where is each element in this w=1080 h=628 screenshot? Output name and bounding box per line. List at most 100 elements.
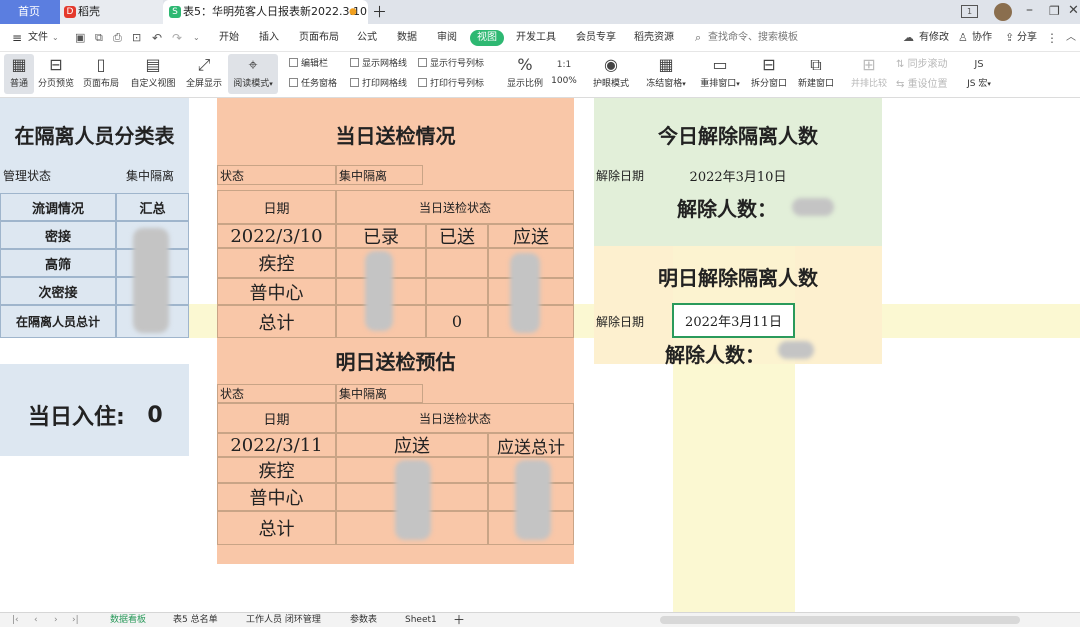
tab-home[interactable]: 首页 bbox=[0, 0, 60, 24]
cdc-sent-cell[interactable] bbox=[426, 248, 488, 278]
window-count-icon[interactable]: 1 bbox=[961, 5, 978, 18]
minimize-icon[interactable]: – bbox=[1026, 2, 1033, 18]
menu-start[interactable]: 开始 bbox=[219, 24, 239, 52]
close-icon[interactable]: ✕ bbox=[1068, 3, 1079, 18]
avatar[interactable] bbox=[994, 3, 1012, 21]
summary-header[interactable]: 汇总 bbox=[116, 193, 189, 221]
tab-daoke[interactable]: D 稻壳 bbox=[60, 0, 163, 24]
tomorrow-date-header[interactable]: 日期 bbox=[217, 403, 336, 433]
today-status-value[interactable]: 集中隔离 bbox=[336, 165, 423, 185]
pending-changes-button[interactable]: 有修改 bbox=[919, 24, 949, 52]
general-center-sent-cell[interactable] bbox=[426, 278, 488, 305]
menu-page-layout[interactable]: 页面布局 bbox=[299, 24, 339, 52]
restore-icon[interactable]: ❐ bbox=[1049, 4, 1060, 18]
sheet-area[interactable]: 在隔离人员分类表 管理状态 集中隔离 流调情况 汇总 密接 高筛 次密接 在隔离… bbox=[0, 98, 1080, 612]
chevron-down-icon[interactable]: ⌄ bbox=[52, 24, 59, 52]
edit-bar-checkbox[interactable]: 编辑栏 bbox=[289, 58, 328, 70]
prev-sheet-icon[interactable]: ‹ bbox=[34, 613, 38, 628]
show-gridlines-checkbox[interactable]: 显示网格线 bbox=[350, 58, 407, 70]
print-gridlines-checkbox[interactable]: 打印网格线 bbox=[350, 78, 407, 90]
high-screen-label[interactable]: 高筛 bbox=[0, 249, 116, 277]
sheet-tab-dashboard[interactable]: 数据看板 bbox=[110, 613, 146, 628]
quick-access-more-icon[interactable]: ⌄ bbox=[193, 24, 200, 52]
sheet-tab-params[interactable]: 参数表 bbox=[350, 613, 377, 628]
menu-view[interactable]: 视图 bbox=[470, 30, 504, 46]
today-status-label[interactable]: 状态 bbox=[217, 165, 336, 185]
menu-data[interactable]: 数据 bbox=[397, 24, 417, 52]
tab-document[interactable]: S 表5：华明苑客人日报表新2022.3.10 ● bbox=[163, 0, 368, 24]
eye-care-button[interactable]: ◉ 护眼模式 bbox=[590, 54, 632, 89]
new-window-button[interactable]: ⧉ 新建窗口 bbox=[795, 54, 837, 89]
release-today-date-label[interactable]: 解除日期 bbox=[596, 164, 666, 186]
close-contact-label[interactable]: 密接 bbox=[0, 221, 116, 249]
custom-view-button[interactable]: ▤ 自定义视图 bbox=[126, 54, 180, 89]
page-break-preview-button[interactable]: ⊟ 分页预览 bbox=[35, 54, 77, 89]
menu-daoke-resources[interactable]: 稻壳资源 bbox=[634, 24, 674, 52]
sheet-tab-roster[interactable]: 表5 总名单 bbox=[173, 613, 218, 628]
tomorrow-total-label[interactable]: 总计 bbox=[217, 511, 336, 545]
tomorrow-due-header[interactable]: 应送 bbox=[336, 433, 488, 457]
export-pdf-icon[interactable]: ⧉ bbox=[95, 24, 103, 52]
menu-member[interactable]: 会员专享 bbox=[576, 24, 616, 52]
command-search[interactable]: 查找命令、搜索模板 bbox=[708, 24, 798, 52]
total-sent-cell[interactable]: 0 bbox=[426, 305, 488, 338]
isolation-total-label[interactable]: 在隔离人员总计 bbox=[0, 305, 116, 338]
menu-developer[interactable]: 开发工具 bbox=[516, 24, 556, 52]
js-macro-button[interactable]: JS JS 宏▾ bbox=[962, 54, 996, 89]
cdc-row-label[interactable]: 疾控 bbox=[217, 248, 336, 278]
fullscreen-button[interactable]: ⤢ 全屏显示 bbox=[182, 54, 226, 89]
hamburger-icon[interactable]: ≡ bbox=[12, 24, 22, 52]
today-date-cell[interactable]: 2022/3/10 bbox=[217, 224, 336, 248]
general-center-row-label[interactable]: 普中心 bbox=[217, 278, 336, 305]
tomorrow-date-cell[interactable]: 2022/3/11 bbox=[217, 433, 336, 457]
tomorrow-status-label[interactable]: 状态 bbox=[217, 384, 336, 403]
sheet-tab-staff[interactable]: 工作人员 闭环管理 bbox=[246, 613, 321, 628]
today-state-header[interactable]: 当日送检状态 bbox=[336, 190, 574, 224]
tomorrow-general-center-label[interactable]: 普中心 bbox=[217, 483, 336, 511]
menu-formula[interactable]: 公式 bbox=[357, 24, 377, 52]
print-icon[interactable]: ⎙ bbox=[113, 24, 122, 52]
menu-insert[interactable]: 插入 bbox=[259, 24, 279, 52]
next-sheet-icon[interactable]: › bbox=[54, 613, 58, 628]
save-icon[interactable]: ▣ bbox=[75, 24, 85, 52]
tracing-header[interactable]: 流调情况 bbox=[0, 193, 116, 221]
tomorrow-state-header[interactable]: 当日送检状态 bbox=[336, 403, 574, 433]
sheet-tab-sheet1[interactable]: Sheet1 bbox=[405, 613, 437, 628]
more-icon[interactable]: ⋮ bbox=[1046, 24, 1058, 52]
management-status-label[interactable]: 管理状态 bbox=[0, 162, 58, 188]
first-sheet-icon[interactable]: |‹ bbox=[12, 613, 19, 628]
normal-view-button[interactable]: ▦ 普通 bbox=[4, 54, 34, 94]
print-rowcol-checkbox[interactable]: 打印行号列标 bbox=[418, 78, 484, 90]
split-window-button[interactable]: ⊟ 拆分窗口 bbox=[748, 54, 790, 89]
today-total-row-label[interactable]: 总计 bbox=[217, 305, 336, 338]
tomorrow-status-value[interactable]: 集中隔离 bbox=[336, 384, 423, 403]
zoom-100-button[interactable]: 1:1 100% bbox=[550, 54, 578, 86]
collab-button[interactable]: 协作 bbox=[972, 24, 992, 52]
zoom-ratio-button[interactable]: % 显示比例 bbox=[503, 54, 547, 89]
share-button[interactable]: 分享 bbox=[1017, 24, 1037, 52]
menu-file[interactable]: 文件 bbox=[28, 24, 48, 52]
release-tomorrow-date-label[interactable]: 解除日期 bbox=[596, 310, 666, 332]
release-today-date[interactable]: 2022年3月10日 bbox=[673, 164, 803, 186]
print-preview-icon[interactable]: ⊡ bbox=[132, 24, 141, 52]
due-header[interactable]: 应送 bbox=[488, 224, 574, 248]
last-sheet-icon[interactable]: ›| bbox=[72, 613, 79, 628]
sync-scroll-button[interactable]: ⇅ 同步滚动 bbox=[896, 58, 948, 72]
freeze-panes-button[interactable]: ▦ 冻结窗格▾ bbox=[642, 54, 690, 89]
menu-review[interactable]: 审阅 bbox=[437, 24, 457, 52]
reset-position-button[interactable]: ⇆ 重设位置 bbox=[896, 78, 948, 92]
redo-icon[interactable]: ↷ bbox=[172, 24, 182, 52]
recorded-header[interactable]: 已录 bbox=[336, 224, 426, 248]
tomorrow-cdc-label[interactable]: 疾控 bbox=[217, 457, 336, 483]
undo-icon[interactable]: ↶ bbox=[152, 24, 162, 52]
secondary-contact-label[interactable]: 次密接 bbox=[0, 277, 116, 305]
page-layout-view-button[interactable]: ▯ 页面布局 bbox=[80, 54, 122, 89]
release-tomorrow-date-cell[interactable]: 2022年3月11日 bbox=[672, 303, 795, 338]
today-date-header[interactable]: 日期 bbox=[217, 190, 336, 224]
show-rowcol-checkbox[interactable]: 显示行号列标 bbox=[418, 58, 484, 70]
sent-header[interactable]: 已送 bbox=[426, 224, 488, 248]
collapse-ribbon-icon[interactable]: ︿ bbox=[1066, 24, 1076, 52]
arrange-windows-button[interactable]: ▭ 重排窗口▾ bbox=[696, 54, 744, 89]
side-by-side-button[interactable]: ⊞ 并排比较 bbox=[848, 54, 890, 89]
management-status-value[interactable]: 集中隔离 bbox=[112, 162, 188, 188]
